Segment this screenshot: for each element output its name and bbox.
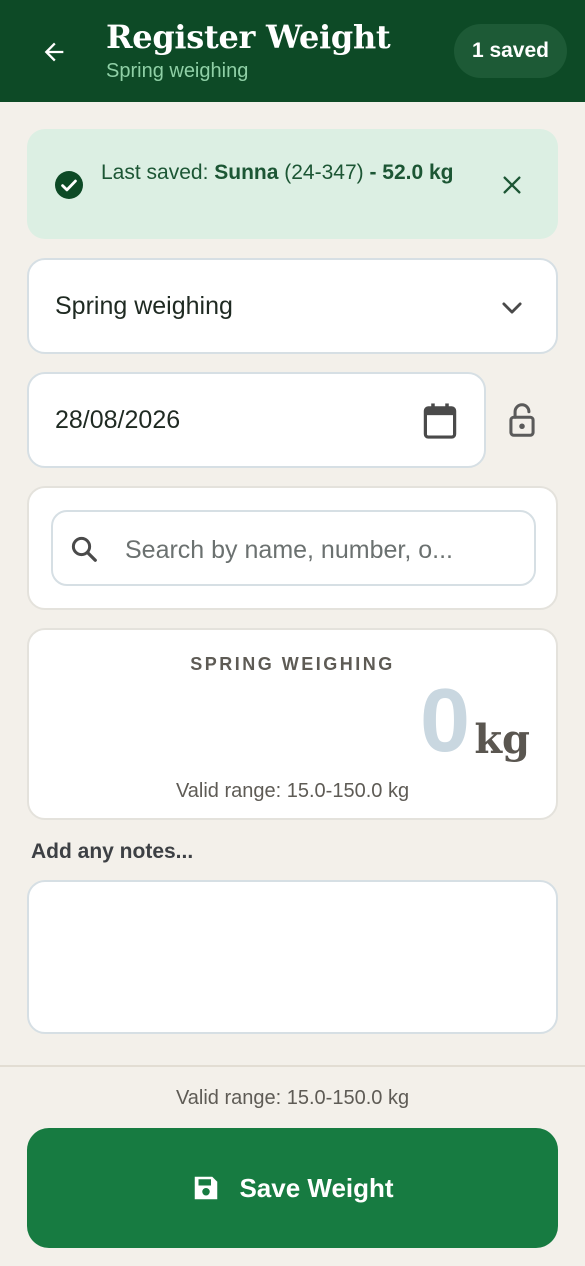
check-circle-icon — [55, 171, 83, 199]
saved-count-badge[interactable]: 1 saved — [453, 24, 567, 78]
app-header: Register Weight Spring weighing 1 saved — [0, 0, 585, 102]
footer-divider — [0, 1065, 585, 1067]
last-saved-animal-number: (24-347) — [278, 161, 370, 184]
last-saved-prefix: Last saved: — [101, 161, 215, 184]
weight-value[interactable]: 0 — [420, 670, 470, 773]
save-weight-button[interactable]: Save Weight — [27, 1128, 558, 1248]
last-saved-text: Last saved: Sunna (24-347) - 52.0 kg — [101, 159, 481, 187]
calendar-icon[interactable] — [422, 402, 458, 440]
dismiss-banner-button[interactable] — [498, 171, 526, 199]
date-value: 28/08/2026 — [55, 406, 181, 434]
arrow-left-icon — [44, 42, 64, 62]
search-icon — [71, 536, 97, 562]
search-placeholder: Search by name, number, o... — [125, 536, 453, 564]
weight-session-label: SPRING WEIGHING — [190, 654, 395, 674]
search-input[interactable]: Search by name, number, o... — [51, 510, 536, 586]
page-subtitle: Spring weighing — [106, 60, 249, 82]
page-title: Register Weight — [106, 18, 391, 56]
notes-textarea[interactable] — [27, 880, 558, 1034]
search-card: Search by name, number, o... — [27, 486, 558, 610]
register-weight-screen: Register Weight Spring weighing 1 saved … — [0, 0, 585, 1266]
chevron-down-icon — [502, 302, 522, 314]
last-saved-weight: - 52.0 kg — [369, 161, 454, 184]
save-icon — [195, 1176, 218, 1200]
close-icon — [503, 176, 521, 194]
last-saved-banner: Last saved: Sunna (24-347) - 52.0 kg — [27, 129, 558, 239]
date-field[interactable]: 28/08/2026 — [27, 372, 486, 468]
save-weight-label: Save Weight — [239, 1172, 394, 1203]
notes-label: Add any notes... — [31, 840, 194, 863]
lock-open-icon[interactable] — [508, 402, 536, 438]
weight-unit: kg — [474, 716, 530, 763]
back-button[interactable] — [34, 32, 74, 72]
weight-valid-range: Valid range: 15.0-150.0 kg — [175, 780, 410, 802]
session-select-value: Spring weighing — [55, 292, 233, 320]
last-saved-animal-name: Sunna — [214, 161, 279, 184]
footer-valid-range: Valid range: 15.0-150.0 kg — [175, 1087, 410, 1109]
session-select[interactable]: Spring weighing — [27, 258, 558, 354]
weight-display: SPRING WEIGHING 0 kg Valid range: 15.0-1… — [27, 628, 558, 820]
